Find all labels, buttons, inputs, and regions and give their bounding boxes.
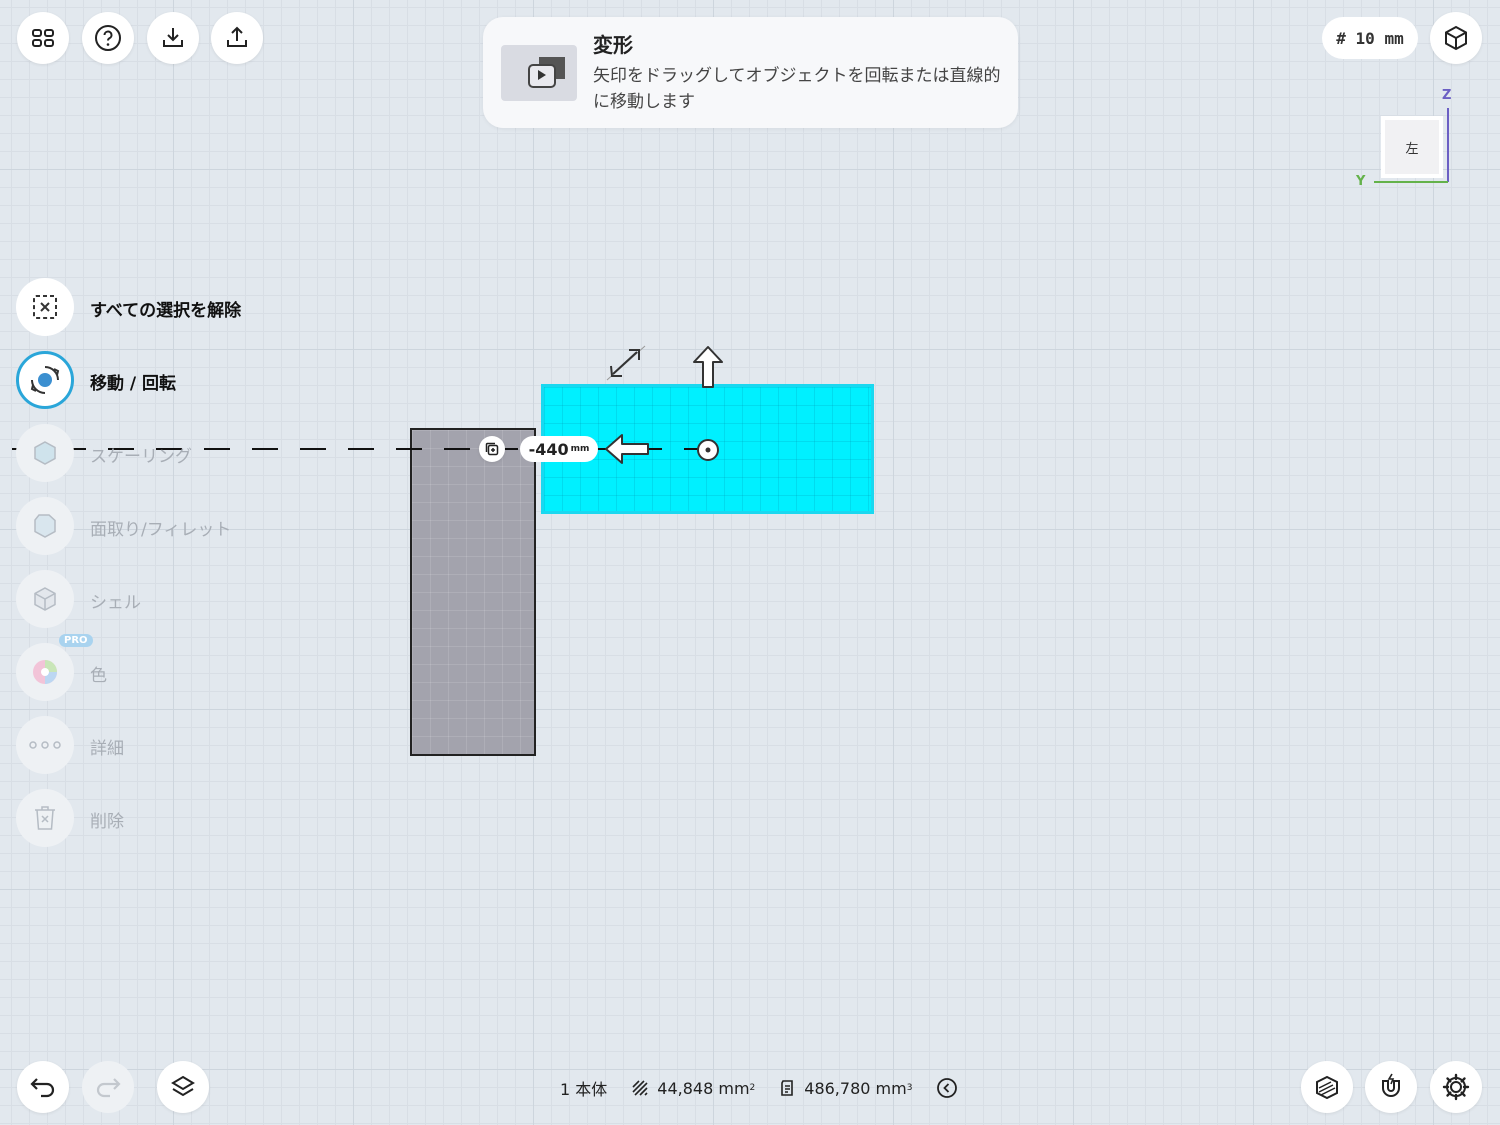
- tool-label-delete: 削除: [90, 812, 124, 832]
- tooltip-panel: 変形 矢印をドラッグしてオブジェクトを回転または直線的に移動します: [483, 17, 1018, 128]
- tool-label-move-rotate: 移動 / 回転: [90, 374, 177, 394]
- tooltip-description: 矢印をドラッグしてオブジェクトを回転または直線的に移動します: [593, 66, 1001, 112]
- settings-button[interactable]: [1430, 1061, 1482, 1113]
- import-button[interactable]: [147, 12, 199, 64]
- color-wheel-icon: [33, 660, 57, 684]
- shell-icon-wrap: [16, 570, 74, 628]
- area-value: 44,848 mm: [657, 1078, 750, 1098]
- volume-value: 486,780 mm: [804, 1078, 907, 1098]
- rotate-handle[interactable]: [603, 342, 649, 386]
- move-rotate-tool[interactable]: 移動 / 回転: [16, 351, 336, 411]
- viewcube[interactable]: 左: [1381, 116, 1443, 178]
- help-button[interactable]: [82, 12, 134, 64]
- gear-icon: [1442, 1073, 1470, 1101]
- delete-tool[interactable]: 削除: [16, 789, 336, 849]
- color-icon-wrap: [16, 643, 74, 701]
- tool-label-shell: シェル: [90, 593, 141, 613]
- duplicate-icon: [485, 442, 499, 456]
- pivot-point[interactable]: [695, 437, 721, 463]
- details-tool[interactable]: 詳細: [16, 716, 336, 776]
- trash-icon: [35, 806, 55, 830]
- move-left-arrow[interactable]: [603, 432, 651, 466]
- deselect-icon: [33, 295, 57, 319]
- apps-button[interactable]: [17, 12, 69, 64]
- export-button[interactable]: [211, 12, 263, 64]
- undo-icon: [30, 1078, 55, 1098]
- undo-button[interactable]: [17, 1061, 69, 1113]
- snap-button[interactable]: [1365, 1061, 1417, 1113]
- shell-icon: [34, 587, 56, 611]
- layers-icon: [171, 1075, 195, 1097]
- help-icon: [95, 25, 121, 51]
- download-icon: [163, 28, 183, 47]
- play-video-icon: [528, 57, 565, 88]
- duplicate-button[interactable]: [479, 436, 505, 462]
- details-icon-wrap: [16, 716, 74, 774]
- tool-label-deselect: すべての選択を解除: [90, 301, 242, 321]
- chamfer-fillet-tool[interactable]: 面取り/フィレット: [16, 497, 336, 557]
- tool-label-color: 色: [90, 666, 107, 686]
- deselect-all-icon-wrap: [16, 278, 74, 336]
- distance-value: -440: [528, 439, 569, 459]
- grid-size-button[interactable]: # 10 mm: [1322, 17, 1418, 59]
- chamfer-icon: [34, 514, 56, 538]
- distance-input[interactable]: -440 mm: [520, 436, 598, 462]
- tool-label-scaling: スケーリング: [90, 447, 192, 467]
- scaling-icon-wrap: [16, 424, 74, 482]
- redo-icon: [96, 1078, 121, 1098]
- magnet-icon: [1382, 1073, 1400, 1097]
- distance-unit: mm: [570, 444, 590, 454]
- area-sup: 2: [749, 1083, 756, 1093]
- redo-button[interactable]: [82, 1061, 134, 1113]
- section-view-button[interactable]: [1301, 1061, 1353, 1113]
- collapse-stats-icon[interactable]: [936, 1077, 958, 1099]
- section-view-icon: [1316, 1075, 1338, 1100]
- surface-area: 44,848 mm 2: [631, 1079, 755, 1098]
- deselect-all-tool[interactable]: すべての選択を解除: [16, 278, 336, 338]
- pro-badge: PRO: [59, 634, 93, 647]
- volume: 486,780 mm 3: [779, 1079, 912, 1098]
- tool-label-details: 詳細: [90, 739, 124, 759]
- cube-view-icon: [1445, 25, 1467, 51]
- chamfer-icon-wrap: [16, 497, 74, 555]
- scaling-tool[interactable]: スケーリング: [16, 424, 336, 484]
- area-hatch-icon: [632, 1080, 648, 1096]
- status-bar: 1 本体 44,848 mm 2 486,780 mm 3: [560, 1076, 958, 1100]
- color-tool[interactable]: PRO 色: [16, 634, 336, 703]
- volume-sup: 3: [906, 1083, 913, 1093]
- tutorial-video-thumbnail[interactable]: [501, 45, 577, 101]
- delete-icon-wrap: [16, 789, 74, 847]
- shell-tool[interactable]: シェル: [16, 570, 336, 630]
- view-mode-button[interactable]: [1430, 12, 1482, 64]
- upload-icon: [227, 26, 247, 47]
- move-up-arrow[interactable]: [690, 344, 726, 390]
- body-count-text: 1 本体: [560, 1080, 608, 1099]
- tooltip-title: 変形: [593, 33, 633, 57]
- move-rotate-icon: [30, 366, 60, 394]
- axis-z-label: Z: [1442, 88, 1452, 103]
- body-unselected[interactable]: [410, 428, 536, 756]
- more-dots-icon: [29, 741, 61, 749]
- layers-button[interactable]: [157, 1061, 209, 1113]
- tool-label-chamfer: 面取り/フィレット: [90, 520, 232, 540]
- grid-apps-icon: [32, 29, 54, 47]
- axis-y-label: Y: [1356, 174, 1366, 189]
- move-rotate-icon-wrap: [16, 351, 74, 409]
- body-count: 1 本体: [560, 1076, 607, 1100]
- volume-icon: [781, 1080, 794, 1096]
- scale-icon: [34, 441, 56, 465]
